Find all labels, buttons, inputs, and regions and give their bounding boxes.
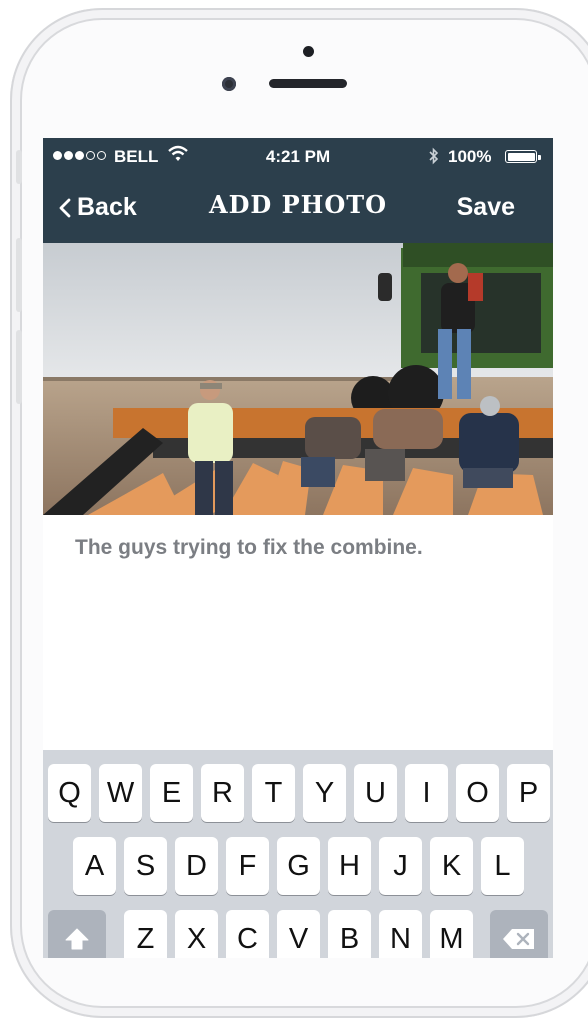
proximity-sensor	[222, 77, 236, 91]
key-m[interactable]: M	[430, 910, 473, 958]
mute-switch	[16, 150, 22, 184]
front-camera	[303, 46, 314, 57]
delete-key[interactable]	[490, 910, 548, 958]
on-screen-keyboard: Q W E R T Y U I O P A S D F G H J K L Z …	[43, 750, 553, 958]
key-e[interactable]: E	[150, 764, 193, 822]
status-bar: BELL 4:21 PM 100%	[43, 145, 553, 170]
key-c[interactable]: C	[226, 910, 269, 958]
key-f[interactable]: F	[226, 837, 269, 895]
key-w[interactable]: W	[99, 764, 142, 822]
key-b[interactable]: B	[328, 910, 371, 958]
key-u[interactable]: U	[354, 764, 397, 822]
key-s[interactable]: S	[124, 837, 167, 895]
shift-key[interactable]	[48, 910, 106, 958]
volume-down-button	[16, 330, 22, 404]
caption-text-field[interactable]: The guys trying to fix the combine.	[75, 536, 423, 560]
key-i[interactable]: I	[405, 764, 448, 822]
photo-preview[interactable]	[43, 243, 553, 515]
key-l[interactable]: L	[481, 837, 524, 895]
farm-photo-image	[43, 243, 553, 515]
key-d[interactable]: D	[175, 837, 218, 895]
key-z[interactable]: Z	[124, 910, 167, 958]
key-q[interactable]: Q	[48, 764, 91, 822]
key-t[interactable]: T	[252, 764, 295, 822]
key-r[interactable]: R	[201, 764, 244, 822]
key-h[interactable]: H	[328, 837, 371, 895]
bluetooth-icon	[428, 147, 440, 170]
battery-tip	[538, 155, 541, 160]
key-a[interactable]: A	[73, 837, 116, 895]
battery-icon	[505, 150, 537, 163]
key-k[interactable]: K	[430, 837, 473, 895]
key-v[interactable]: V	[277, 910, 320, 958]
phone-screen: BELL 4:21 PM 100% Back ADD PHOTO Save Th…	[43, 138, 553, 958]
delete-icon	[503, 929, 534, 949]
earpiece-speaker	[269, 79, 347, 88]
shift-icon	[65, 928, 89, 950]
key-g[interactable]: G	[277, 837, 320, 895]
save-button[interactable]: Save	[457, 193, 515, 222]
key-y[interactable]: Y	[303, 764, 346, 822]
key-n[interactable]: N	[379, 910, 422, 958]
key-p[interactable]: P	[507, 764, 550, 822]
key-j[interactable]: J	[379, 837, 422, 895]
volume-up-button	[16, 238, 22, 312]
key-x[interactable]: X	[175, 910, 218, 958]
navigation-bar: BELL 4:21 PM 100% Back ADD PHOTO Save	[43, 138, 553, 243]
key-o[interactable]: O	[456, 764, 499, 822]
battery-percentage: 100%	[448, 147, 492, 166]
